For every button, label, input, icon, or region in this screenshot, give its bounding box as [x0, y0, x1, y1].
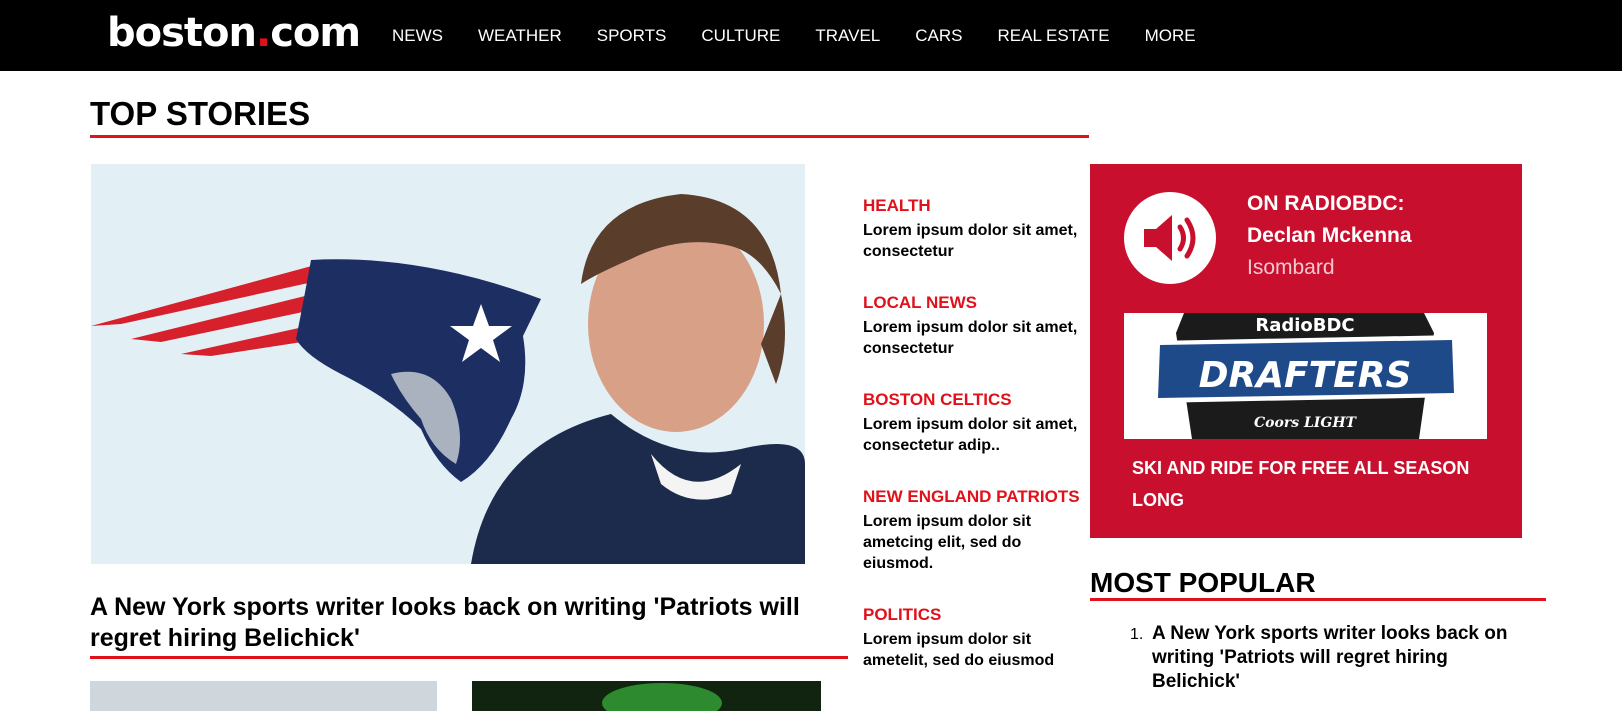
category-local-news[interactable]: LOCAL NEWS: [863, 292, 1093, 313]
story-link[interactable]: Lorem ipsum dolor sit amet, consectetur: [863, 220, 1093, 262]
nav-real-estate[interactable]: REAL ESTATE: [997, 26, 1109, 46]
category-politics[interactable]: POLITICS: [863, 604, 1093, 625]
category-health[interactable]: HEALTH: [863, 195, 1093, 216]
list-item: BOSTON CELTICS Lorem ipsum dolor sit ame…: [863, 389, 1093, 456]
top-stories-title: TOP STORIES: [90, 95, 311, 132]
story-link[interactable]: Lorem ipsum dolor sit amet, consectetur …: [863, 414, 1093, 456]
story-link[interactable]: Lorem ipsum dolor sit amet, consectetur: [863, 317, 1093, 359]
story-link[interactable]: Lorem ipsum dolor sit ametelit, sed do e…: [863, 629, 1093, 671]
category-boston-celtics[interactable]: BOSTON CELTICS: [863, 389, 1093, 410]
top-nav: boston.com NEWS WEATHER SPORTS CULTURE T…: [0, 0, 1622, 71]
ad-cta: SKI AND RIDE FOR FREE ALL SEASON LONG: [1132, 458, 1470, 510]
popular-rank: 1.: [1130, 626, 1144, 643]
nav-news[interactable]: NEWS: [392, 26, 443, 46]
banner-main-text: DRAFTERS: [1199, 355, 1412, 396]
list-item: NEW ENGLAND PATRIOTS Lorem ipsum dolor s…: [863, 486, 1093, 574]
speaker-glyph: [1144, 215, 1196, 261]
speaker-icon: [1124, 192, 1216, 284]
drafters-banner: RadioBDC DRAFTERS Coors LIGHT: [1124, 313, 1487, 439]
list-item[interactable]: 1. A New York sports writer looks back on…: [1130, 622, 1510, 694]
most-popular-list: 1. A New York sports writer looks back on…: [1130, 622, 1510, 694]
nav-cars[interactable]: CARS: [915, 26, 962, 46]
nav-travel[interactable]: TRAVEL: [815, 26, 880, 46]
ad-on-radio: ON RADIOBDC:: [1247, 192, 1405, 215]
list-item: POLITICS Lorem ipsum dolor sit ametelit,…: [863, 604, 1093, 671]
logo-tld: com: [270, 10, 361, 56]
nav-more[interactable]: MORE: [1145, 26, 1196, 46]
site-logo[interactable]: boston.com: [107, 8, 361, 58]
banner-top-text: RadioBDC: [1255, 315, 1354, 336]
ad-artist: Declan Mckenna: [1247, 224, 1412, 247]
most-popular-rule: [1090, 598, 1546, 601]
thumbnail-2-graphic: [602, 683, 722, 711]
top-stories-rule: [90, 135, 1089, 138]
nav-weather[interactable]: WEATHER: [478, 26, 562, 46]
popular-headline[interactable]: A New York sports writer looks back on w…: [1152, 623, 1507, 692]
ad-song: Isombard: [1247, 256, 1335, 279]
hero-headline-rule: [90, 656, 848, 659]
nav-culture[interactable]: CULTURE: [701, 26, 780, 46]
list-item: HEALTH Lorem ipsum dolor sit amet, conse…: [863, 195, 1093, 262]
hero-illustration: [91, 164, 805, 564]
category-patriots[interactable]: NEW ENGLAND PATRIOTS: [863, 486, 1093, 507]
story-thumbnail-2[interactable]: [472, 681, 821, 711]
logo-main: boston: [107, 10, 257, 56]
story-link[interactable]: Lorem ipsum dolor sit ametcing elit, sed…: [863, 511, 1093, 574]
story-thumbnail-1[interactable]: [90, 681, 437, 711]
logo-dot: .: [256, 10, 271, 56]
most-popular-title: MOST POPULAR: [1090, 567, 1316, 598]
list-item: LOCAL NEWS Lorem ipsum dolor sit amet, c…: [863, 292, 1093, 359]
radiobdc-ad[interactable]: ON RADIOBDC: Declan Mckenna Isombard Rad…: [1090, 164, 1522, 538]
hero-headline[interactable]: A New York sports writer looks back on w…: [90, 592, 830, 654]
hero-image[interactable]: [91, 164, 805, 564]
nav-sports[interactable]: SPORTS: [597, 26, 667, 46]
banner-sponsor-text: Coors LIGHT: [1254, 415, 1358, 431]
side-stories: HEALTH Lorem ipsum dolor sit amet, conse…: [863, 195, 1093, 701]
drafters-graphic: RadioBDC DRAFTERS Coors LIGHT: [1152, 313, 1460, 439]
nav-links: NEWS WEATHER SPORTS CULTURE TRAVEL CARS …: [392, 0, 1231, 71]
